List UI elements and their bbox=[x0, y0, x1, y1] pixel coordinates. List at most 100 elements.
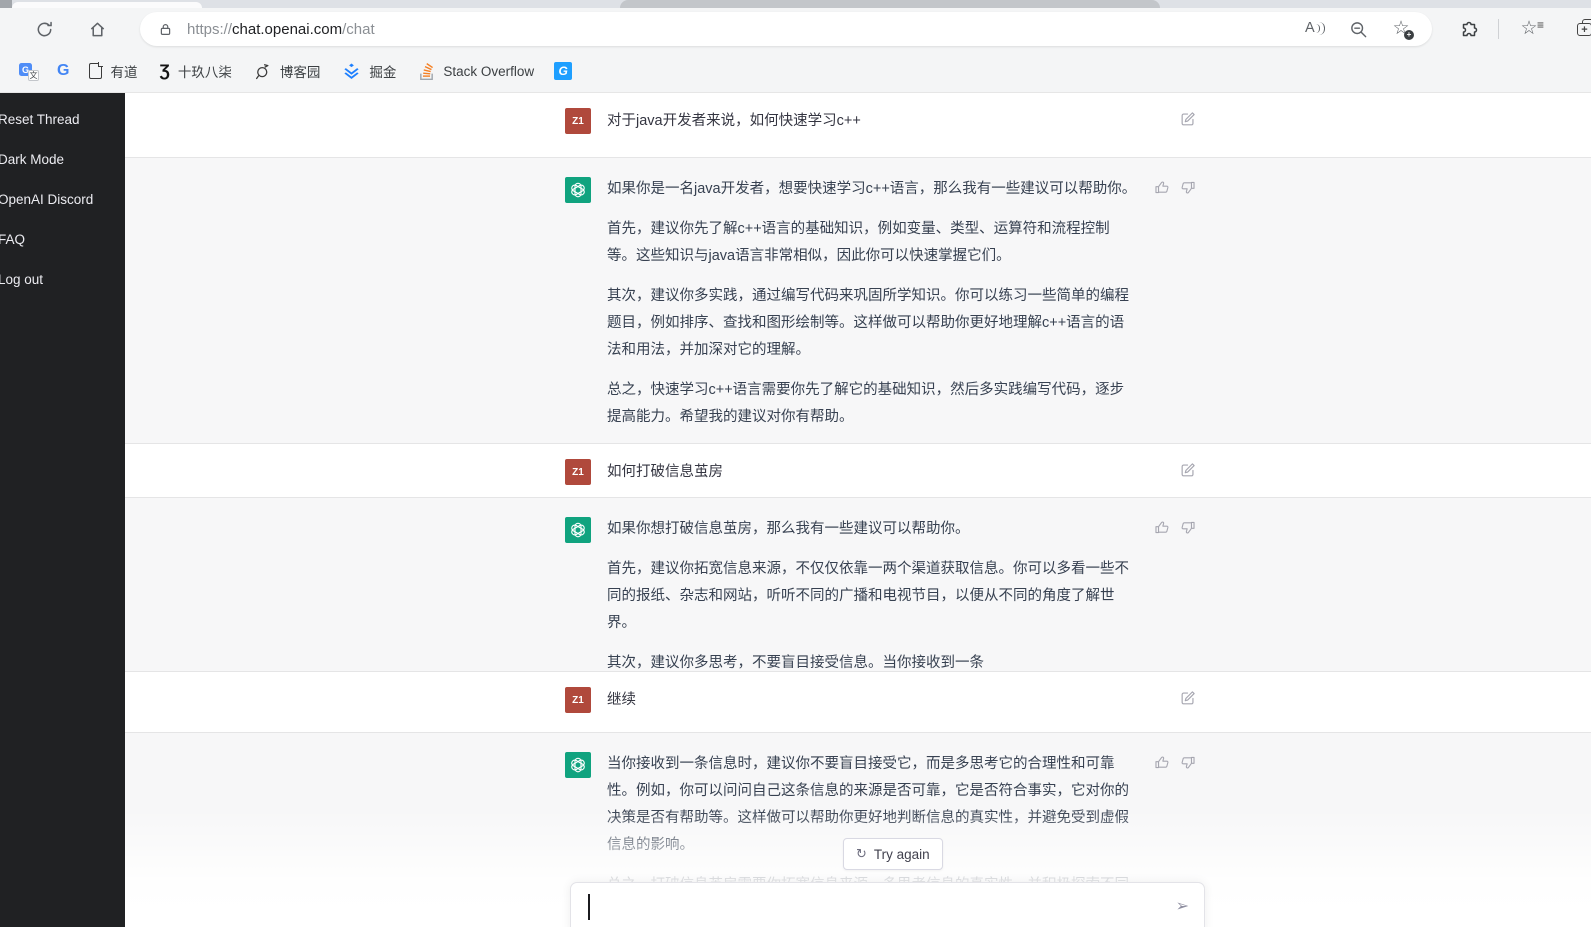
edit-icon bbox=[1181, 691, 1195, 705]
bookmark-label: 十玖八柒 bbox=[177, 65, 232, 80]
bookmark-g-site[interactable]: G bbox=[545, 56, 581, 86]
thumbs-down-button[interactable] bbox=[1180, 179, 1197, 196]
stackoverflow-icon bbox=[420, 62, 434, 80]
assistant-message-text: 如果你是一名java开发者，想要快速学习c++语言，那么我有一些建议可以帮助你。… bbox=[607, 177, 1137, 444]
assistant-paragraph: 其次，建议你多实践，通过编写代码来巩固所学知识。你可以练习一些简单的编程题目，例… bbox=[607, 288, 1129, 358]
sidebar-item-reset-thread[interactable]: Reset Thread bbox=[0, 99, 125, 139]
bookmarks-bar: G 文 G 有道 Ʒ 十玖八柒 博客园 掘金 Stack Overflow G bbox=[0, 50, 1591, 93]
url-text: https://chat.openai.com/chat bbox=[187, 21, 375, 38]
openai-logo-icon bbox=[571, 522, 585, 538]
sidebar-item-faq[interactable]: FAQ bbox=[0, 219, 125, 259]
add-favorite-button[interactable]: ☆ + bbox=[1390, 18, 1414, 40]
favorites-lines-icon: ≡ bbox=[1536, 18, 1544, 32]
thumbs-up-icon bbox=[1155, 521, 1169, 534]
tab-strip bbox=[0, 0, 1591, 8]
text-cursor bbox=[588, 894, 590, 920]
browser-toolbar: https://chat.openai.com/chat A ☆ + ☆ ≡ + bbox=[0, 8, 1591, 50]
bookmark-cnblogs[interactable]: 博客园 bbox=[243, 56, 332, 86]
thumbs-down-button[interactable] bbox=[1180, 754, 1197, 771]
zoom-out-icon bbox=[1351, 21, 1367, 37]
bookmark-youdao[interactable]: 有道 bbox=[78, 56, 148, 86]
inactive-tab[interactable] bbox=[620, 0, 1160, 8]
bookmark-label: 有道 bbox=[110, 65, 138, 80]
retry-icon: ↻ bbox=[856, 846, 867, 861]
thumbs-up-button[interactable] bbox=[1153, 179, 1170, 196]
bookmark-label: 博客园 bbox=[279, 65, 321, 80]
user-avatar: Z1 bbox=[565, 687, 591, 713]
user-message-row: Z1 继续 bbox=[125, 672, 1591, 732]
address-bar[interactable]: https://chat.openai.com/chat A ☆ + bbox=[140, 12, 1432, 46]
chatgpt-avatar bbox=[565, 177, 591, 203]
url-scheme: https:// bbox=[187, 20, 233, 38]
thumbs-up-icon bbox=[1155, 181, 1169, 194]
edit-message-button[interactable] bbox=[1179, 461, 1197, 479]
chatgpt-avatar bbox=[565, 752, 591, 778]
assistant-message-row: 如果你是一名java开发者，想要快速学习c++语言，那么我有一些建议可以帮助你。… bbox=[125, 157, 1591, 444]
try-again-button[interactable]: ↻ Try again bbox=[843, 838, 943, 870]
assistant-paragraph: 总之，快速学习c++语言需要你先了解它的基础知识，然后多实践编写代码，逐步提高能… bbox=[607, 382, 1125, 425]
extensions-button[interactable] bbox=[1452, 12, 1486, 46]
sidebar-item-log-out[interactable]: Log out bbox=[0, 259, 125, 299]
toolbar-divider bbox=[1498, 19, 1499, 39]
thumbs-up-icon bbox=[1155, 756, 1169, 769]
collections-button[interactable]: + bbox=[1570, 12, 1591, 46]
user-message-row: Z1 如何打破信息茧房 bbox=[125, 444, 1591, 497]
sidebar-item-openai-discord[interactable]: OpenAI Discord bbox=[0, 179, 125, 219]
user-message-text: 继续 bbox=[607, 692, 636, 708]
chatgpt-sidebar: Reset Thread Dark Mode OpenAI Discord FA… bbox=[0, 93, 125, 927]
user-avatar: Z1 bbox=[565, 459, 591, 485]
window-corner bbox=[0, 0, 12, 8]
bookmark-stackoverflow[interactable]: Stack Overflow bbox=[407, 56, 545, 86]
openai-logo-icon bbox=[571, 757, 585, 773]
assistant-paragraph: 如果你想打破信息茧房，那么我有一些建议可以帮助你。 bbox=[607, 521, 970, 537]
edit-icon bbox=[1181, 112, 1195, 126]
blue-g-icon: G bbox=[554, 62, 573, 80]
thumbs-up-button[interactable] bbox=[1153, 519, 1170, 536]
cnblogs-icon bbox=[255, 64, 269, 80]
edit-icon bbox=[1181, 463, 1195, 477]
lock-icon[interactable] bbox=[158, 21, 173, 38]
url-host: chat.openai.com bbox=[232, 20, 343, 38]
thumbs-up-button[interactable] bbox=[1153, 754, 1170, 771]
google-g-icon: G bbox=[57, 62, 70, 79]
favorites-bar-button[interactable]: ☆ ≡ bbox=[1512, 12, 1546, 46]
bookmark-label: Stack Overflow bbox=[443, 63, 535, 79]
collections-card-front-plus-icon: + bbox=[1577, 23, 1591, 36]
bookmark-shijiubaqi[interactable]: Ʒ 十玖八柒 bbox=[148, 56, 242, 86]
page-icon bbox=[89, 62, 104, 79]
bookmark-label: 掘金 bbox=[369, 65, 397, 80]
user-message-row: Z1 对于java开发者来说，如何快速学习c++ bbox=[125, 93, 1591, 157]
shijiubaqi-icon: Ʒ bbox=[159, 61, 170, 80]
sidebar-item-dark-mode[interactable]: Dark Mode bbox=[0, 139, 125, 179]
bookmark-juejin[interactable]: 掘金 bbox=[331, 56, 407, 86]
chatgpt-avatar bbox=[565, 517, 591, 543]
openai-logo-icon bbox=[571, 182, 585, 198]
assistant-message-text: 如果你想打破信息茧房，那么我有一些建议可以帮助你。 首先，建议你拓宽信息来源，不… bbox=[607, 517, 1137, 690]
home-button[interactable] bbox=[80, 12, 114, 46]
edit-message-button[interactable] bbox=[1179, 689, 1197, 707]
thumbs-down-icon bbox=[1181, 521, 1195, 534]
url-path: /chat bbox=[342, 20, 375, 38]
assistant-paragraph: 首先，建议你先了解c++语言的基础知识，例如变量、类型、运算符和流程控制等。这些… bbox=[607, 221, 1110, 264]
home-icon bbox=[90, 22, 104, 36]
thumbs-down-icon bbox=[1181, 756, 1195, 769]
translate-wen-box: 文 bbox=[28, 70, 39, 81]
extensions-puzzle-icon bbox=[1462, 21, 1477, 36]
bookmark-translate[interactable]: G 文 bbox=[10, 56, 48, 86]
read-aloud-icon: A bbox=[1305, 20, 1315, 36]
juejin-icon bbox=[344, 62, 359, 79]
send-button[interactable]: ➢ bbox=[1176, 896, 1189, 916]
user-avatar: Z1 bbox=[565, 108, 591, 134]
refresh-button[interactable] bbox=[27, 12, 61, 46]
bookmark-google[interactable]: G bbox=[48, 56, 78, 86]
zoom-out-button[interactable] bbox=[1349, 20, 1368, 39]
refresh-icon bbox=[37, 21, 52, 36]
message-input[interactable]: ➢ bbox=[570, 882, 1205, 927]
edit-message-button[interactable] bbox=[1179, 110, 1197, 128]
thumbs-down-button[interactable] bbox=[1180, 519, 1197, 536]
assistant-paragraph: 首先，建议你拓宽信息来源，不仅仅依靠一两个渠道获取信息。你可以多看一些不同的报纸… bbox=[607, 561, 1129, 631]
translate-icon: G 文 bbox=[19, 61, 39, 81]
user-message-text: 对于java开发者来说，如何快速学习c++ bbox=[607, 113, 861, 129]
plus-badge: + bbox=[1404, 30, 1414, 40]
read-aloud-button[interactable]: A bbox=[1304, 19, 1327, 39]
